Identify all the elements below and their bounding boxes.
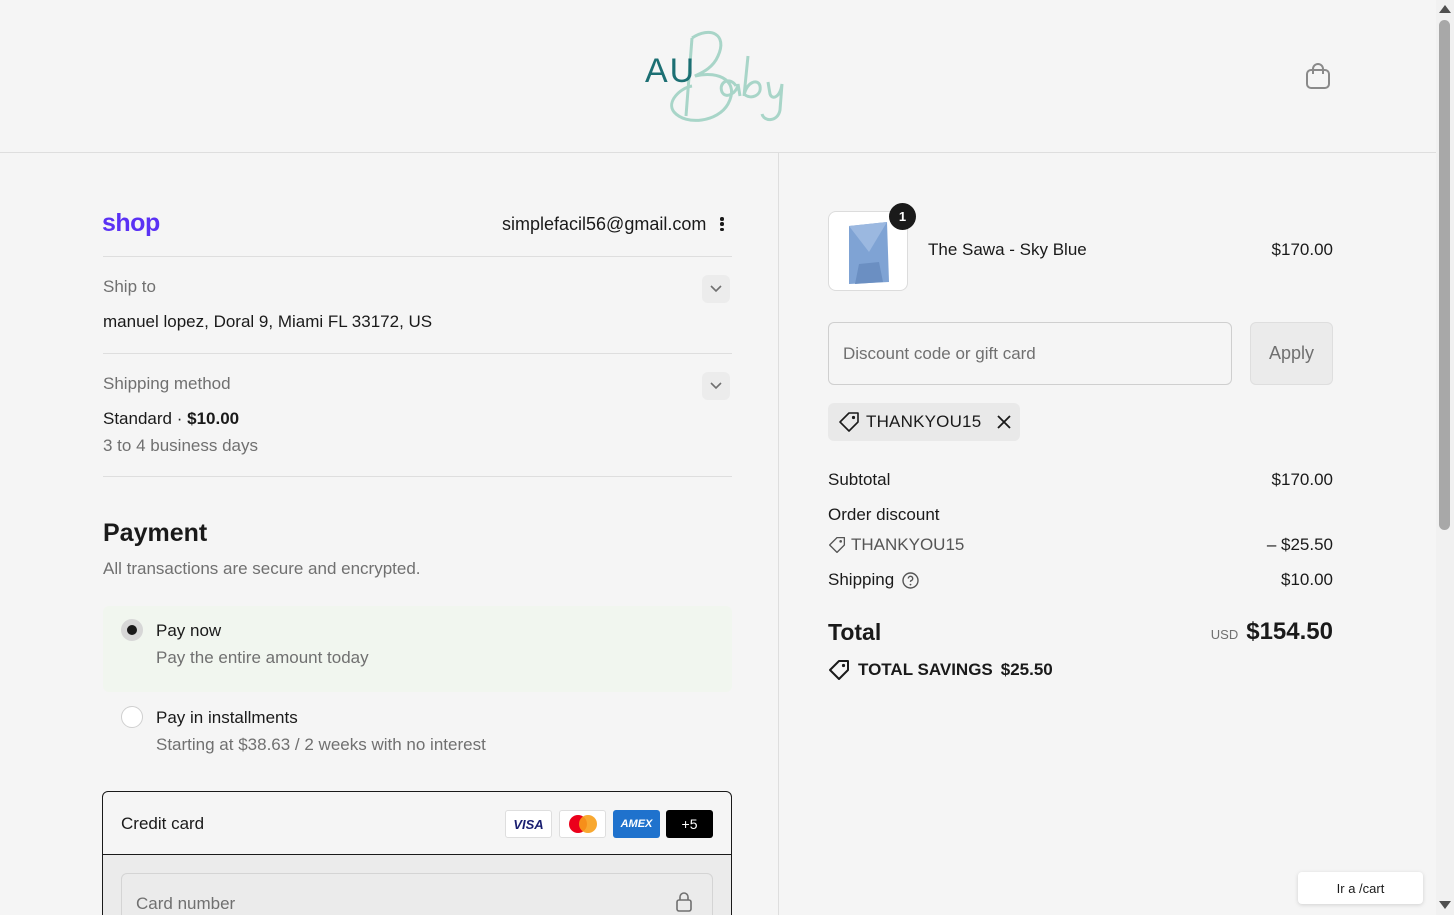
shipping-value: $10.00 — [1281, 570, 1333, 589]
shipping-row-label: Shipping — [828, 570, 919, 590]
ship-to-label: Ship to — [103, 277, 156, 296]
pay-now-option[interactable]: Pay now Pay the entire amount today — [103, 606, 732, 692]
order-discount-code: THANKYOU15 — [828, 535, 964, 555]
tag-icon — [828, 536, 846, 554]
payment-subtitle: All transactions are secure and encrypte… — [103, 559, 421, 578]
discount-code-input[interactable] — [829, 323, 1231, 384]
applied-discount-chip: THANKYOU15 — [828, 403, 1020, 441]
checkout-main: shop simplefacil56@gmail.com Ship to man… — [0, 153, 779, 915]
pay-now-label: Pay now — [156, 621, 222, 640]
more-cards-badge: +5 — [666, 810, 713, 838]
apply-discount-button[interactable]: Apply — [1250, 322, 1333, 385]
divider — [103, 353, 732, 354]
pay-now-radio[interactable] — [121, 619, 143, 641]
remove-discount-button[interactable] — [997, 415, 1012, 429]
credit-card-section: Credit card VISA AMEX +5 Card number — [102, 791, 732, 915]
pay-installments-option[interactable]: Pay in installments Starting at $38.63 /… — [103, 693, 732, 775]
card-number-placeholder: Card number — [136, 894, 236, 913]
total-amount: USD $154.50 — [1211, 618, 1333, 646]
ship-to-expand-button[interactable] — [702, 275, 730, 303]
shipping-method-name: Standard — [103, 409, 172, 428]
shipping-method-label: Shipping method — [103, 374, 231, 393]
pay-now-sub: Pay the entire amount today — [156, 648, 369, 667]
product-name: The Sawa - Sky Blue — [928, 240, 1087, 259]
quantity-badge: 1 — [889, 203, 916, 230]
order-summary: 1 The Sawa - Sky Blue $170.00 Apply THAN… — [780, 153, 1436, 915]
order-discount-code-text: THANKYOU15 — [851, 535, 965, 554]
chevron-down-icon — [710, 285, 722, 293]
site-header: AU — [0, 0, 1436, 153]
shipping-method-value: Standard · $10.00 — [103, 409, 239, 429]
shipping-separator: · — [172, 409, 188, 428]
credit-card-option[interactable]: Credit card VISA AMEX +5 — [103, 792, 731, 855]
shipping-method-eta: 3 to 4 business days — [103, 436, 258, 455]
card-number-field[interactable]: Card number — [121, 873, 713, 915]
product-price: $170.00 — [1271, 240, 1333, 259]
lock-icon — [676, 892, 692, 912]
shop-pay-logo: shop — [102, 209, 160, 237]
subtotal-label: Subtotal — [828, 470, 891, 489]
tag-icon — [839, 412, 859, 432]
total-savings: TOTAL SAVINGS $25.50 — [828, 659, 1053, 681]
visa-logo: VISA — [505, 810, 552, 838]
payment-title: Payment — [103, 519, 208, 547]
more-options-icon[interactable] — [716, 215, 728, 233]
applied-discount-code: THANKYOU15 — [866, 412, 982, 431]
discount-code-field[interactable] — [828, 322, 1232, 385]
scroll-down-arrow-icon[interactable] — [1439, 901, 1451, 909]
help-circle-icon[interactable] — [902, 571, 919, 589]
page-scrollbar[interactable] — [1436, 0, 1454, 915]
pay-installments-sub: Starting at $38.63 / 2 weeks with no int… — [156, 735, 486, 754]
logo-au-text: AU — [645, 52, 697, 90]
shipping-label: Shipping — [828, 570, 895, 589]
divider — [103, 256, 732, 257]
total-label: Total — [828, 619, 882, 645]
total-value: $154.50 — [1246, 618, 1333, 645]
subtotal-value: $170.00 — [1271, 470, 1333, 489]
total-savings-value: $25.50 — [1000, 660, 1053, 679]
shipping-method-expand-button[interactable] — [702, 372, 730, 400]
credit-card-form: Card number — [103, 855, 731, 915]
au-baby-logo[interactable]: AU — [640, 26, 795, 126]
divider — [103, 476, 732, 477]
close-icon — [997, 415, 1012, 429]
scrollbar-thumb[interactable] — [1439, 20, 1450, 530]
tag-icon — [829, 660, 849, 680]
scroll-up-arrow-icon[interactable] — [1439, 5, 1451, 13]
order-discount-amount: – $25.50 — [1266, 535, 1333, 554]
account-email: simplefacil56@gmail.com — [502, 214, 707, 234]
total-currency: USD — [1210, 627, 1239, 642]
pay-installments-radio[interactable] — [121, 706, 143, 728]
amex-logo: AMEX — [613, 810, 660, 838]
order-discount-label: Order discount — [828, 505, 940, 524]
chevron-down-icon — [710, 382, 722, 390]
ship-to-address: manuel lopez, Doral 9, Miami FL 33172, U… — [103, 312, 433, 331]
pay-installments-label: Pay in installments — [156, 708, 298, 727]
total-savings-label: TOTAL SAVINGS — [858, 660, 993, 679]
mastercard-logo — [559, 810, 606, 838]
status-tooltip: Ir a /cart — [1298, 872, 1423, 904]
shopping-bag-icon[interactable] — [1305, 62, 1331, 90]
credit-card-label: Credit card — [121, 814, 205, 833]
shipping-method-price: $10.00 — [187, 409, 240, 428]
